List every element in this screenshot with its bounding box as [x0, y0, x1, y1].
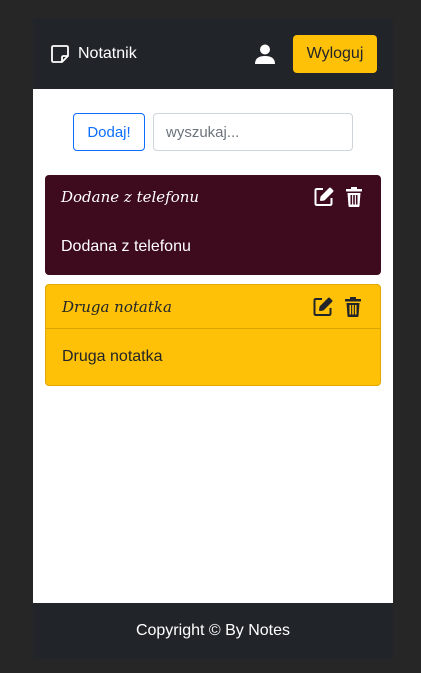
copyright-text: Copyright © By Notes: [135, 622, 291, 639]
note-body: Druga notatka: [62, 348, 163, 365]
note-title: Druga notatka: [62, 297, 172, 316]
edit-icon[interactable]: [313, 186, 335, 208]
note-card: Dodane z telefonu Dodana z telefonu: [45, 175, 381, 275]
sticky-note-icon: [49, 43, 71, 65]
note-title: Dodane z telefonu: [61, 188, 200, 206]
note-toolbar: Dodaj!: [33, 113, 393, 151]
logout-button[interactable]: Wyloguj: [293, 34, 377, 73]
trash-icon[interactable]: [342, 296, 364, 318]
main-content: Dodaj! Dodane z telefonu: [33, 89, 393, 603]
note-actions: [304, 296, 364, 318]
note-actions: [305, 186, 365, 208]
brand-link[interactable]: Notatnik: [49, 43, 137, 65]
note-body: Dodana z telefonu: [61, 238, 191, 255]
app-container: Notatnik Wyloguj Dodaj! Dodane z telefon…: [33, 18, 393, 659]
trash-icon[interactable]: [343, 186, 365, 208]
edit-icon[interactable]: [312, 296, 334, 318]
note-card: Druga notatka Druga notatka: [45, 284, 381, 386]
footer: Copyright © By Notes: [33, 603, 393, 659]
add-note-button[interactable]: Dodaj!: [73, 113, 145, 151]
note-card-header: Druga notatka: [46, 285, 380, 329]
navbar: Notatnik Wyloguj: [33, 18, 393, 89]
search-input[interactable]: [153, 113, 353, 151]
brand-title: Notatnik: [78, 44, 137, 62]
note-card-header: Dodane z telefonu: [45, 175, 381, 219]
user-icon[interactable]: [254, 43, 276, 65]
notes-list: Dodane z telefonu Dodana z telefonu Drug…: [33, 175, 393, 386]
